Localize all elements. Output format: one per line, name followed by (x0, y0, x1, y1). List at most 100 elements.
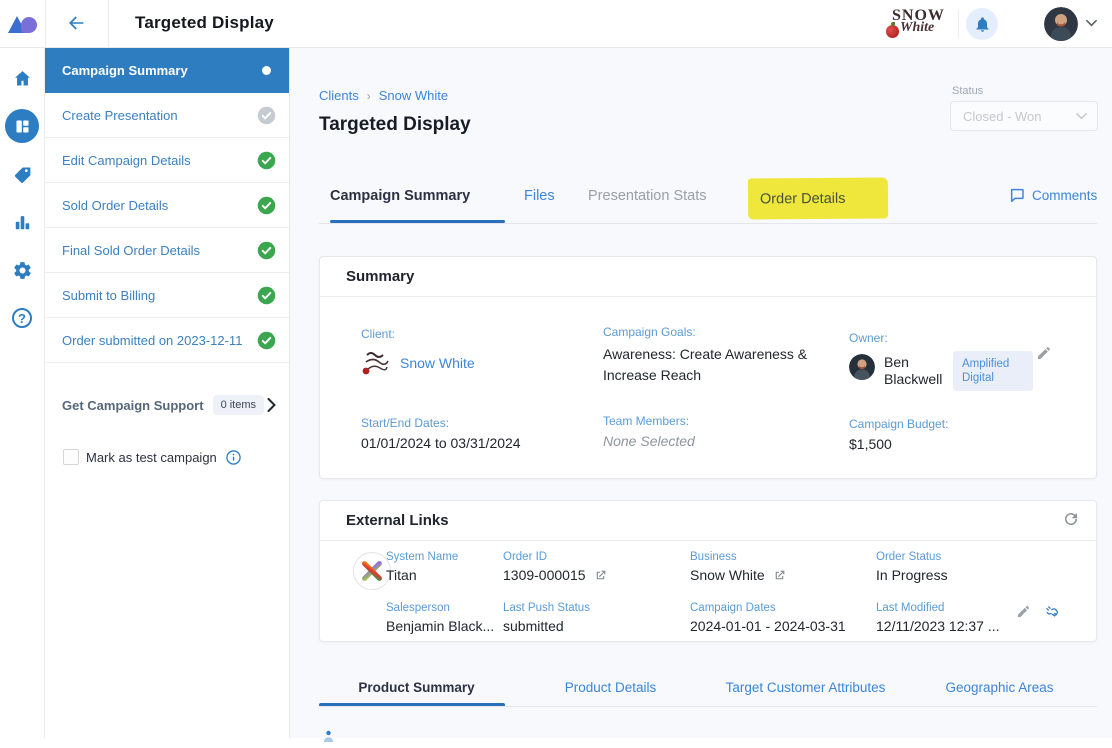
back-button[interactable] (62, 12, 90, 36)
team-members-label: Team Members: (603, 414, 695, 428)
owner-field: Owner: Ben Blackwell (849, 331, 954, 388)
app-logo[interactable] (8, 12, 40, 36)
business-field: Business Snow White (690, 551, 786, 583)
client-link[interactable]: Snow White (400, 355, 475, 371)
tab-target-customer-attributes[interactable]: Target Customer Attributes (708, 680, 903, 695)
logo-drop-icon (21, 17, 37, 33)
test-campaign-label: Mark as test campaign (86, 450, 217, 465)
external-entry-actions (1014, 601, 1062, 625)
comments-label: Comments (1032, 188, 1097, 203)
salesperson-field: Salesperson Benjamin Black... (386, 602, 494, 634)
active-circle (5, 109, 39, 143)
system-name-value: Titan (386, 567, 458, 583)
status-select[interactable]: Closed - Won (950, 101, 1098, 131)
campaign-goals-label: Campaign Goals: (603, 325, 835, 339)
team-members-value: None Selected (603, 433, 695, 449)
pencil-icon (1036, 345, 1052, 361)
order-id-label: Order ID (503, 551, 607, 563)
budget-field: Campaign Budget: $1,500 (849, 417, 948, 452)
rail-campaigns-button-active[interactable] (0, 102, 45, 150)
rail-reports-button[interactable] (0, 198, 45, 246)
tab-order-details-highlighted[interactable]: Order Details (748, 178, 888, 220)
campaign-goals-value: Awareness: Create Awareness & Increase R… (603, 344, 835, 386)
bar-chart-icon (13, 213, 32, 232)
apple-icon (886, 25, 899, 38)
campaign-dates-value: 2024-01-01 - 2024-03-31 (690, 618, 846, 634)
divider (319, 706, 1097, 707)
step-create-presentation[interactable]: Create Presentation (45, 93, 289, 138)
client-label: Client: (361, 327, 475, 341)
icon-rail: ? (0, 48, 45, 738)
check-circle-done-icon (257, 241, 276, 260)
salesperson-label: Salesperson (386, 602, 494, 614)
support-label: Get Campaign Support (62, 398, 204, 413)
step-final-sold-order-details[interactable]: Final Sold Order Details (45, 228, 289, 273)
refresh-button[interactable] (1060, 510, 1082, 532)
budget-value: $1,500 (849, 436, 948, 452)
last-push-status-field: Last Push Status submitted (503, 602, 590, 634)
rail-settings-button[interactable] (0, 246, 45, 294)
last-modified-label: Last Modified (876, 602, 1000, 614)
unlink-button[interactable] (1041, 601, 1062, 625)
tab-campaign-summary[interactable]: Campaign Summary (330, 188, 470, 204)
check-circle-done-icon (257, 331, 276, 350)
step-label: Create Presentation (62, 108, 257, 123)
business-label: Business (690, 551, 786, 563)
divider (319, 223, 1097, 224)
tab-presentation-stats[interactable]: Presentation Stats (588, 188, 707, 204)
step-label: Order submitted on 2023-12-11 (62, 333, 257, 348)
owner-name: Ben Blackwell (884, 354, 954, 388)
owner-org-badge: Amplified Digital (953, 351, 1033, 391)
step-sold-order-details[interactable]: Sold Order Details (45, 183, 289, 228)
owner-avatar (849, 354, 875, 380)
info-icon[interactable] (226, 450, 241, 465)
status-label: Status (952, 85, 983, 97)
order-id-value: 1309-000015 (503, 567, 586, 583)
step-order-submitted[interactable]: Order submitted on 2023-12-11 (45, 318, 289, 363)
edit-owner-button[interactable] (1036, 345, 1052, 364)
tag-icon (12, 164, 33, 185)
comments-button[interactable]: Comments (1009, 187, 1097, 203)
rail-help-button[interactable]: ? (0, 294, 45, 342)
get-campaign-support[interactable]: Get Campaign Support 0 items (45, 390, 289, 420)
support-items-badge: 0 items (213, 395, 264, 415)
rail-tags-button[interactable] (0, 150, 45, 198)
refresh-icon (1062, 510, 1080, 528)
snow-white-mini-logo-icon (361, 349, 391, 377)
summary-card-header: Summary (320, 257, 1096, 297)
external-link-icon[interactable] (594, 569, 607, 582)
tab-files[interactable]: Files (524, 188, 555, 204)
test-campaign-checkbox[interactable] (63, 449, 79, 465)
dashboard-icon (14, 118, 31, 135)
notifications-button[interactable] (966, 8, 998, 40)
rail-home-button[interactable] (0, 54, 45, 102)
step-campaign-summary[interactable]: Campaign Summary (45, 48, 289, 93)
chevron-right-icon (267, 398, 276, 412)
owner-label: Owner: (849, 331, 954, 345)
tab-geographic-areas[interactable]: Geographic Areas (902, 680, 1097, 695)
dates-value: 01/01/2024 to 03/31/2024 (361, 435, 521, 451)
user-menu[interactable] (1044, 7, 1100, 41)
last-push-status-value: submitted (503, 618, 590, 634)
step-edit-campaign-details[interactable]: Edit Campaign Details (45, 138, 289, 183)
last-push-status-label: Last Push Status (503, 602, 590, 614)
breadcrumb-clients[interactable]: Clients (319, 88, 359, 103)
tab-product-details[interactable]: Product Details (513, 680, 708, 695)
breadcrumb-separator-icon: › (367, 89, 371, 103)
tab-product-summary[interactable]: Product Summary (319, 680, 514, 695)
breadcrumb-snow-white[interactable]: Snow White (379, 88, 448, 103)
user-avatar (1044, 7, 1078, 41)
external-links-header: External Links (320, 501, 1096, 541)
step-submit-to-billing[interactable]: Submit to Billing (45, 273, 289, 318)
summary-card: Summary Client: Snow White Campaign Goal… (319, 256, 1097, 479)
divider (45, 0, 46, 48)
edit-external-link-button[interactable] (1014, 601, 1033, 625)
brand-word-white: White (900, 20, 934, 36)
external-link-icon[interactable] (773, 569, 786, 582)
unlink-icon (1043, 603, 1060, 620)
workflow-sidebar: Campaign Summary Create Presentation Edi… (45, 48, 290, 738)
step-label: Campaign Summary (62, 63, 262, 78)
pencil-icon (1016, 604, 1031, 619)
divider (958, 10, 959, 38)
order-status-label: Order Status (876, 551, 948, 563)
